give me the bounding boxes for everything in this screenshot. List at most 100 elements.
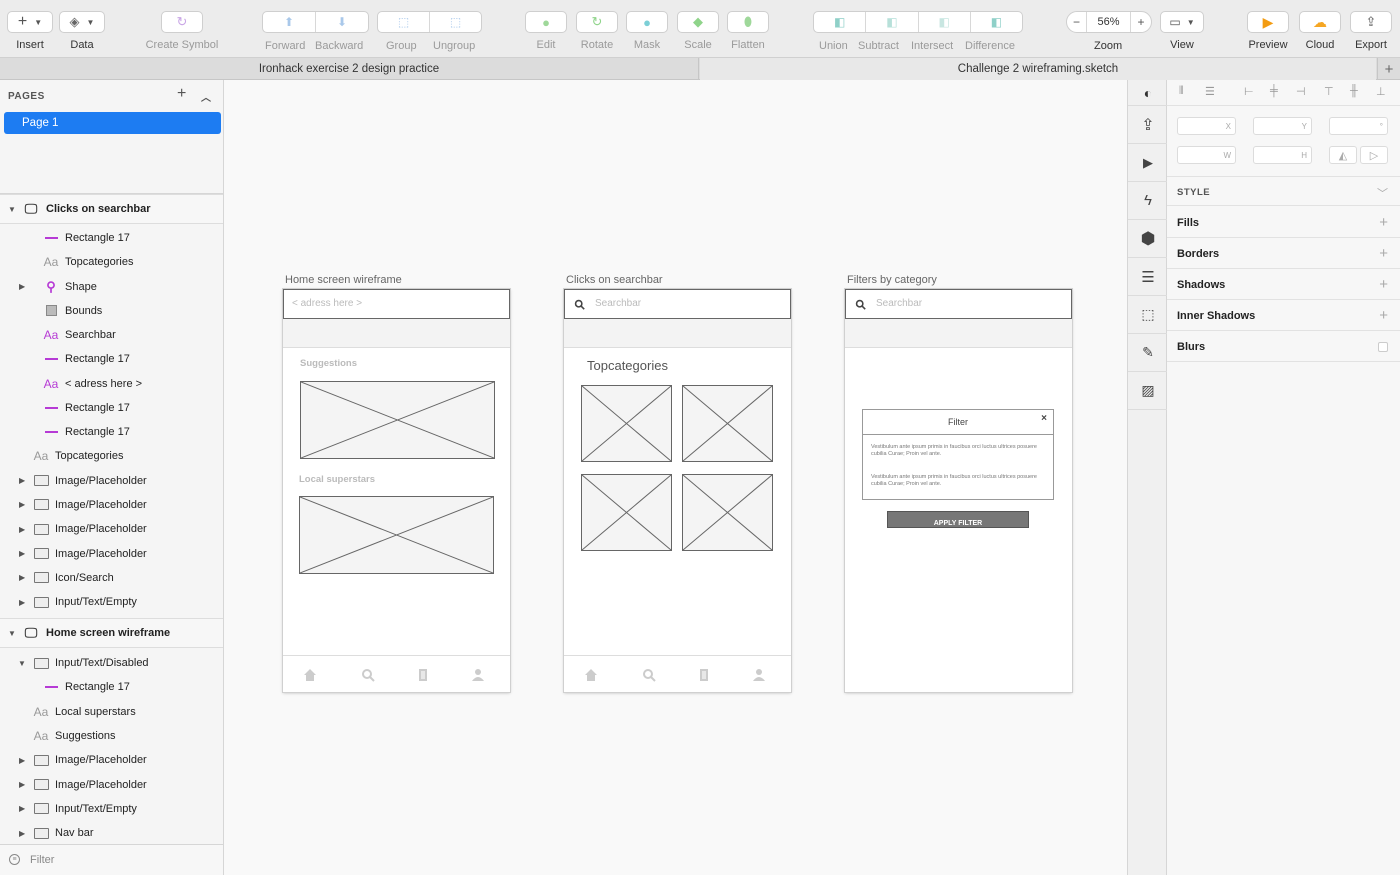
- canvas[interactable]: Home screen wireframe < adress here > Su…: [224, 80, 1127, 875]
- layer-row[interactable]: ▶ Image/Placeholder: [0, 517, 223, 541]
- add-image-button[interactable]: ▨: [1128, 372, 1168, 410]
- add-page-button[interactable]: +: [177, 85, 187, 103]
- export-panel-button[interactable]: ⇪: [1128, 106, 1168, 144]
- disclosure-triangle-icon[interactable]: ▶: [19, 525, 25, 534]
- disclosure-triangle-icon[interactable]: ▶: [19, 780, 25, 789]
- layer-row[interactable]: ▶ Image/Placeholder: [0, 469, 223, 493]
- flatten-button[interactable]: ⬮: [727, 11, 769, 33]
- disclosure-triangle-icon[interactable]: ▼: [8, 205, 16, 214]
- search-icon[interactable]: [361, 668, 375, 682]
- layer-row[interactable]: Aa Topcategories: [0, 250, 223, 274]
- apply-filter-button[interactable]: APPLY FILTER: [887, 511, 1029, 528]
- artboard-title[interactable]: Filters by category: [847, 274, 937, 286]
- zoom-in-button[interactable]: +: [1131, 12, 1151, 32]
- plugin-button[interactable]: ⬢: [1128, 220, 1168, 258]
- style-section-header[interactable]: STYLE ﹀: [1167, 176, 1400, 206]
- selection-button[interactable]: ⬚: [1128, 296, 1168, 334]
- layer-row[interactable]: Rectangle 17: [0, 675, 223, 699]
- distribute-vertical-icon[interactable]: ☰: [1205, 85, 1215, 98]
- edit-tool[interactable]: ● Edit: [525, 0, 567, 58]
- layer-row[interactable]: Rectangle 17: [0, 420, 223, 444]
- align-middle-icon[interactable]: ╫: [1350, 85, 1358, 97]
- create-symbol-tool[interactable]: ↻ Create Symbol: [144, 0, 220, 58]
- layer-group-clicks-on-searchbar[interactable]: ▼ 🖵 Clicks on searchbar: [0, 194, 223, 224]
- layer-row[interactable]: Aa Topcategories: [0, 444, 223, 468]
- align-center-icon[interactable]: ╪: [1270, 85, 1278, 97]
- mask-tool[interactable]: ● Mask: [626, 0, 668, 58]
- layout-button[interactable]: ☰: [1128, 258, 1168, 296]
- prototype-button[interactable]: ▶: [1128, 144, 1168, 182]
- cloud-tool[interactable]: ☁ Cloud: [1299, 0, 1341, 58]
- disclosure-triangle-icon[interactable]: ▶: [19, 476, 25, 485]
- borders-section[interactable]: Borders +: [1167, 238, 1400, 269]
- collapse-pages-icon[interactable]: ︿: [201, 89, 212, 104]
- rotate-button[interactable]: ↻: [576, 11, 618, 33]
- user-icon[interactable]: [471, 668, 485, 682]
- intersect-button[interactable]: ◧: [919, 12, 971, 32]
- create-symbol-button[interactable]: ↻: [161, 11, 203, 33]
- artboard-title[interactable]: Home screen wireframe: [285, 274, 402, 286]
- scale-button[interactable]: ◆: [677, 11, 719, 33]
- blur-checkbox[interactable]: [1378, 342, 1388, 352]
- add-inner-shadow-icon[interactable]: +: [1379, 307, 1388, 324]
- align-top-icon[interactable]: ⊤: [1324, 85, 1334, 98]
- layer-row[interactable]: ▶ Icon/Search: [0, 566, 223, 590]
- layer-row[interactable]: ▶ Image/Placeholder: [0, 748, 223, 772]
- artboard-title[interactable]: Clicks on searchbar: [566, 274, 663, 286]
- backward-button[interactable]: ⬇: [316, 12, 368, 32]
- shadows-section[interactable]: Shadows +: [1167, 269, 1400, 300]
- layer-row[interactable]: ▶ Image/Placeholder: [0, 542, 223, 566]
- y-field[interactable]: Y: [1253, 117, 1312, 135]
- page-item-page-1[interactable]: Page 1: [4, 112, 221, 134]
- layer-row[interactable]: ▶ Image/Placeholder: [0, 773, 223, 797]
- disclosure-triangle-icon[interactable]: ▼: [8, 629, 16, 638]
- address-input[interactable]: < adress here >: [283, 289, 510, 319]
- artboard-filters-by-category[interactable]: Searchbar Filter × Vestibulum ante ipsum…: [845, 289, 1072, 692]
- mask-button[interactable]: ●: [626, 11, 668, 33]
- search-icon[interactable]: [642, 668, 656, 682]
- x-field[interactable]: X: [1177, 117, 1236, 135]
- layer-row[interactable]: Aa Suggestions: [0, 724, 223, 748]
- flatten-tool[interactable]: ⬮ Flatten: [727, 0, 769, 58]
- scale-tool[interactable]: ◆ Scale: [677, 0, 719, 58]
- layer-row[interactable]: Aa Searchbar: [0, 323, 223, 347]
- user-icon[interactable]: [752, 668, 766, 682]
- export-tool[interactable]: ⇪ Export: [1350, 0, 1392, 58]
- rotation-field[interactable]: °: [1329, 117, 1388, 135]
- disclosure-triangle-icon[interactable]: ▶: [19, 756, 25, 765]
- disclosure-triangle-icon[interactable]: ▶: [19, 282, 25, 291]
- layer-row[interactable]: ▶ Nav bar: [0, 821, 223, 845]
- insert-tool[interactable]: + ▼ Insert: [7, 0, 53, 58]
- ungroup-button[interactable]: ⬚: [430, 12, 481, 32]
- disclosure-triangle-icon[interactable]: ▶: [19, 804, 25, 813]
- disclosure-triangle-icon[interactable]: ▶: [19, 573, 25, 582]
- new-tab-button[interactable]: +: [1377, 58, 1400, 80]
- blurs-section[interactable]: Blurs: [1167, 331, 1400, 362]
- view-button[interactable]: ▭ ▼: [1160, 11, 1204, 33]
- layer-row[interactable]: ▶ ⚲ Shape: [0, 275, 223, 299]
- layer-row[interactable]: Rectangle 17: [0, 347, 223, 371]
- align-right-icon[interactable]: ⊣: [1296, 85, 1306, 98]
- width-field[interactable]: W: [1177, 146, 1236, 164]
- flip-vertical-button[interactable]: ▷: [1360, 146, 1388, 164]
- layer-row[interactable]: Aa Local superstars: [0, 700, 223, 724]
- layer-row[interactable]: Aa < adress here >: [0, 372, 223, 396]
- align-bottom-icon[interactable]: ⊥: [1376, 85, 1386, 98]
- export-button[interactable]: ⇪: [1350, 11, 1392, 33]
- rotate-tool[interactable]: ↻ Rotate: [576, 0, 618, 58]
- difference-button[interactable]: ◧: [971, 12, 1022, 32]
- edit-button[interactable]: ●: [525, 11, 567, 33]
- insert-button[interactable]: + ▼: [7, 11, 53, 33]
- search-input[interactable]: Searchbar: [564, 289, 791, 319]
- layer-row[interactable]: ▼ Input/Text/Disabled: [0, 651, 223, 675]
- inner-shadows-section[interactable]: Inner Shadows +: [1167, 300, 1400, 331]
- add-shadow-icon[interactable]: +: [1379, 276, 1388, 293]
- search-input[interactable]: Searchbar: [845, 289, 1072, 319]
- disclosure-triangle-icon[interactable]: ▶: [19, 549, 25, 558]
- home-icon[interactable]: [584, 668, 598, 682]
- bookmark-icon[interactable]: [416, 668, 430, 682]
- group-button[interactable]: ⬚: [378, 12, 430, 32]
- disclosure-triangle-icon[interactable]: ▼: [18, 659, 26, 668]
- preview-button[interactable]: ▶: [1247, 11, 1289, 33]
- preview-tool[interactable]: ▶ Preview: [1247, 0, 1289, 58]
